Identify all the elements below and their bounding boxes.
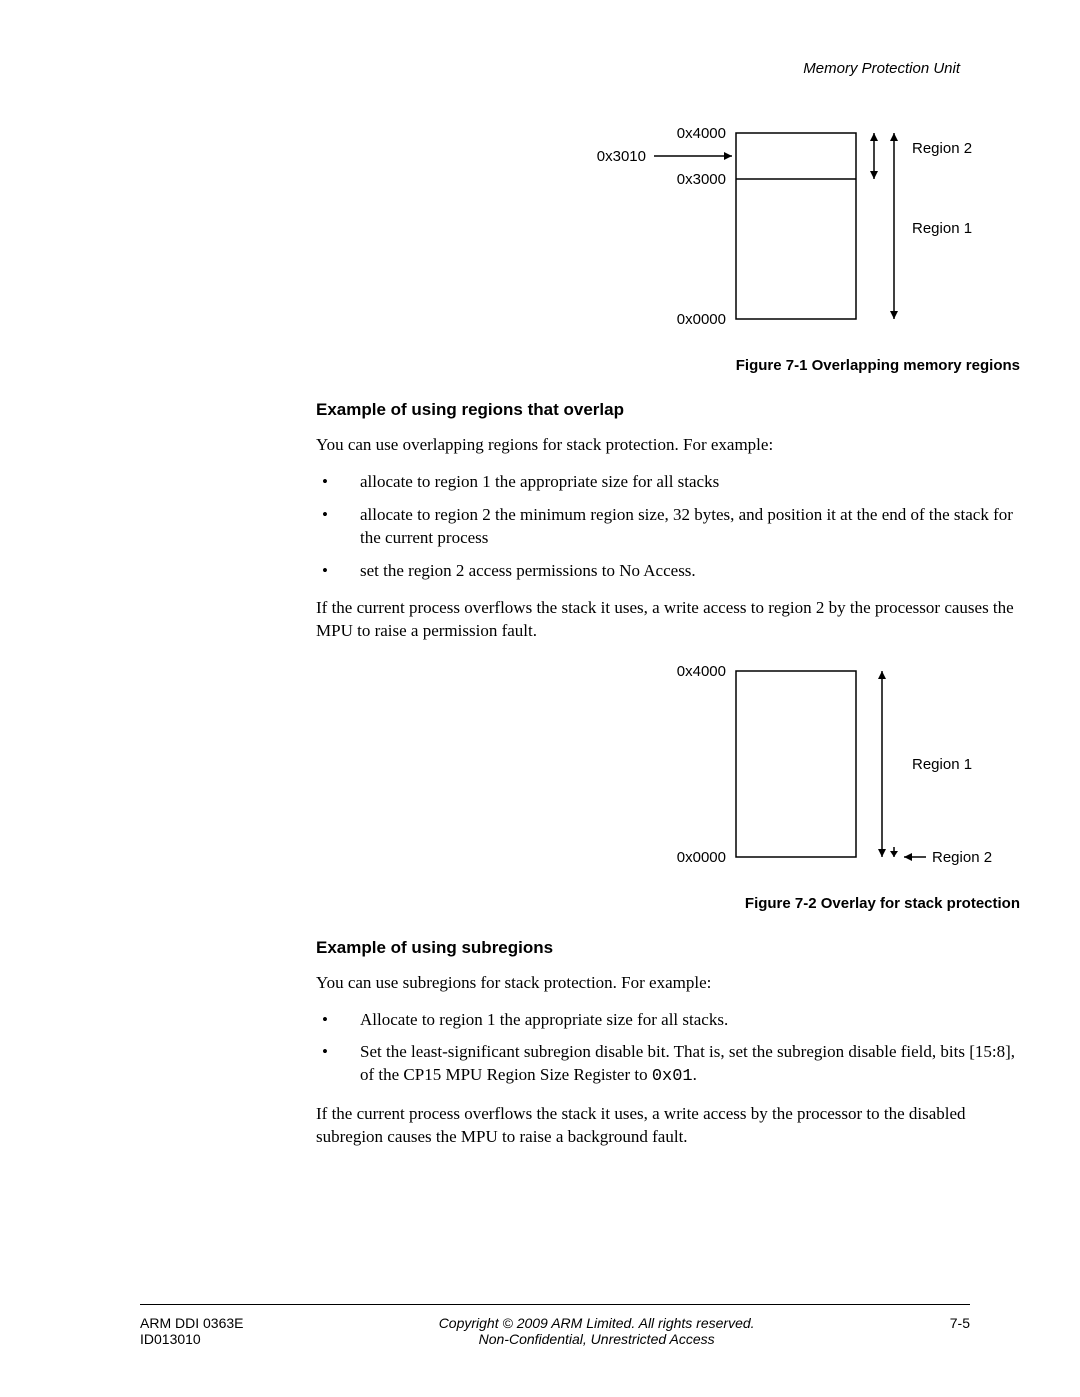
list-item: allocate to region 1 the appropriate siz… xyxy=(316,471,1026,494)
body-text: You can use subregions for stack protect… xyxy=(316,972,1026,995)
doc-id: ARM DDI 0363E xyxy=(140,1315,243,1331)
list-item: allocate to region 2 the minimum region … xyxy=(316,504,1026,550)
body-text: You can use overlapping regions for stac… xyxy=(316,434,1026,457)
figure-7-1: 0x4000 0x3000 0x0000 0x3010 Region 2 Reg… xyxy=(316,123,1026,374)
figure-7-2: 0x4000 0x0000 Region 1 Region 2 Figure 7… xyxy=(316,661,1026,912)
confidentiality-text: Non-Confidential, Unrestricted Access xyxy=(243,1331,949,1347)
addr-label: 0x0000 xyxy=(677,849,726,866)
region-label: Region 2 xyxy=(932,849,992,866)
page-number: 7-5 xyxy=(950,1315,970,1331)
figure-caption: Figure 7-1 Overlapping memory regions xyxy=(316,357,1026,374)
doc-revision: ID013010 xyxy=(140,1331,243,1347)
list-item: Set the least-significant subregion disa… xyxy=(316,1041,1026,1089)
addr-pointer-label: 0x3010 xyxy=(597,148,646,165)
addr-label: 0x4000 xyxy=(677,125,726,142)
heading-overlap-example: Example of using regions that overlap xyxy=(316,400,1026,420)
region-label: Region 1 xyxy=(912,756,972,773)
copyright-text: Copyright © 2009 ARM Limited. All rights… xyxy=(243,1315,949,1331)
body-text: If the current process overflows the sta… xyxy=(316,597,1026,643)
heading-subregions-example: Example of using subregions xyxy=(316,938,1026,958)
bullet-list: allocate to region 1 the appropriate siz… xyxy=(316,471,1026,583)
body-text: If the current process overflows the sta… xyxy=(316,1103,1026,1149)
bullet-list: Allocate to region 1 the appropriate siz… xyxy=(316,1009,1026,1090)
list-item: set the region 2 access permissions to N… xyxy=(316,560,1026,583)
overlapping-regions-diagram: 0x4000 0x3000 0x0000 0x3010 Region 2 Reg… xyxy=(526,123,1026,331)
region-label: Region 1 xyxy=(912,220,972,237)
addr-label: 0x4000 xyxy=(677,663,726,680)
stack-protection-diagram: 0x4000 0x0000 Region 1 Region 2 xyxy=(526,661,1026,869)
addr-label: 0x3000 xyxy=(677,171,726,188)
page-header-section: Memory Protection Unit xyxy=(140,60,970,77)
region-label: Region 2 xyxy=(912,140,972,157)
page-footer: ARM DDI 0363E ID013010 Copyright © 2009 … xyxy=(140,1304,970,1347)
list-item: Allocate to region 1 the appropriate siz… xyxy=(316,1009,1026,1032)
figure-caption: Figure 7-2 Overlay for stack protection xyxy=(316,895,1026,912)
addr-label: 0x0000 xyxy=(677,311,726,328)
